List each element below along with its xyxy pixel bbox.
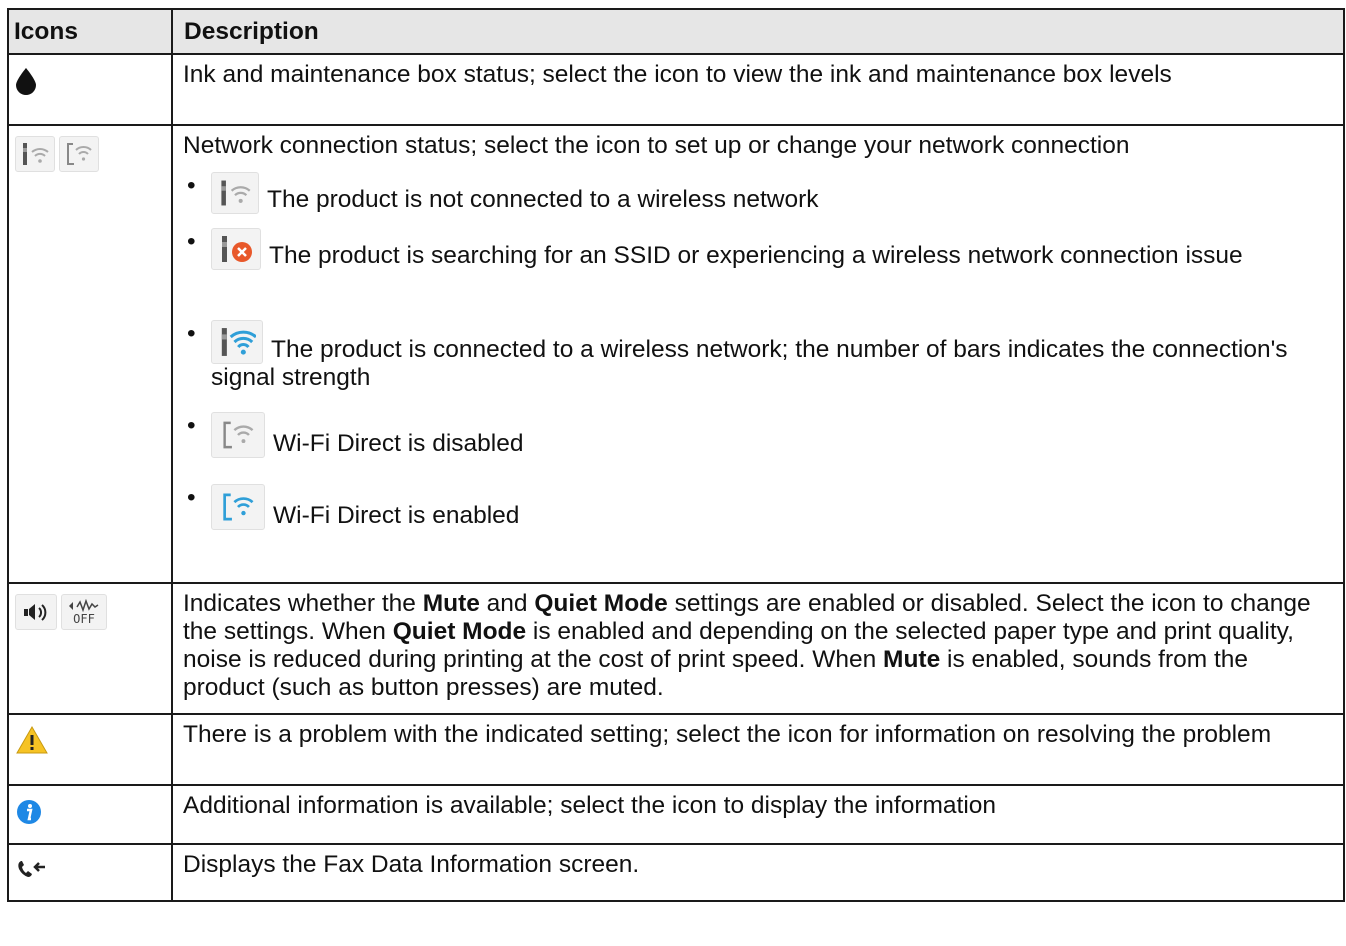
- description-column-header: Description: [171, 8, 1345, 55]
- fax-description: Displays the Fax Data Information screen…: [183, 851, 640, 878]
- icon-cell: OFF: [7, 582, 173, 715]
- description-cell: Network connection status; select the ic…: [171, 124, 1345, 584]
- wireless-error-icon: [211, 228, 261, 270]
- list-item: • Wi-Fi Direct is enabled: [187, 484, 520, 530]
- speaker-icon: [15, 594, 57, 630]
- network-description: Network connection status; select the ic…: [183, 132, 1130, 159]
- quiet-mode-off-icon: OFF: [61, 594, 107, 630]
- status-text: The product is not connected to a wirele…: [267, 186, 819, 213]
- icon-cell: [7, 843, 173, 902]
- network-status-list: • The product is not connected to a wire…: [183, 172, 1333, 540]
- table-row-mute: OFF Indicates whether the Mute and Quiet…: [7, 582, 1345, 715]
- list-item: • The product is connected to a wireless…: [187, 320, 1288, 391]
- table-row-warning: There is a problem with the indicated se…: [7, 713, 1345, 786]
- status-text: The product is searching for an SSID or …: [269, 242, 1243, 269]
- table-row-fax: Displays the Fax Data Information screen…: [7, 843, 1345, 902]
- table-row-ink: Ink and maintenance box status; select t…: [7, 53, 1345, 126]
- table-header-row: Icons Description: [7, 8, 1345, 55]
- fax-data-icon: [15, 857, 49, 888]
- description-cell: Additional information is available; sel…: [171, 784, 1345, 845]
- wireless-not-connected-icon: [15, 136, 55, 172]
- wifi-direct-enabled-icon: [211, 484, 265, 530]
- warning-icon: [15, 725, 49, 762]
- quiet-off-label: OFF: [73, 612, 95, 626]
- description-cell: There is a problem with the indicated se…: [171, 713, 1345, 786]
- description-cell: Ink and maintenance box status; select t…: [171, 53, 1345, 126]
- list-item: • The product is searching for an SSID o…: [187, 228, 1243, 270]
- table-row-info: Additional information is available; sel…: [7, 784, 1345, 845]
- wireless-not-connected-icon: [211, 172, 259, 214]
- status-text: The product is connected to a wireless n…: [211, 336, 1288, 391]
- table-row-network: Network connection status; select the ic…: [7, 124, 1345, 584]
- wifi-direct-icon: [59, 136, 99, 172]
- ink-description: Ink and maintenance box status; select t…: [183, 61, 1172, 88]
- icon-cell: [7, 713, 173, 786]
- wifi-direct-disabled-icon: [211, 412, 265, 458]
- warning-description: There is a problem with the indicated se…: [183, 721, 1272, 748]
- info-description: Additional information is available; sel…: [183, 792, 997, 819]
- info-icon: [15, 798, 43, 833]
- status-text: Wi-Fi Direct is enabled: [273, 502, 520, 529]
- list-item: • Wi-Fi Direct is disabled: [187, 412, 524, 458]
- description-cell: Indicates whether the Mute and Quiet Mod…: [171, 582, 1345, 715]
- description-cell: Displays the Fax Data Information screen…: [171, 843, 1345, 902]
- list-item: • The product is not connected to a wire…: [187, 172, 819, 214]
- wireless-connected-icon: [211, 320, 263, 364]
- ink-drop-icon: [15, 67, 37, 102]
- mute-description: Indicates whether the Mute and Quiet Mod…: [183, 590, 1311, 701]
- icons-column-header: Icons: [7, 8, 173, 55]
- status-text: Wi-Fi Direct is disabled: [273, 430, 524, 457]
- icon-cell: [7, 124, 173, 584]
- icon-cell: [7, 53, 173, 126]
- icons-table: Icons Description Ink and maintenance bo…: [7, 8, 1345, 902]
- icon-cell: [7, 784, 173, 845]
